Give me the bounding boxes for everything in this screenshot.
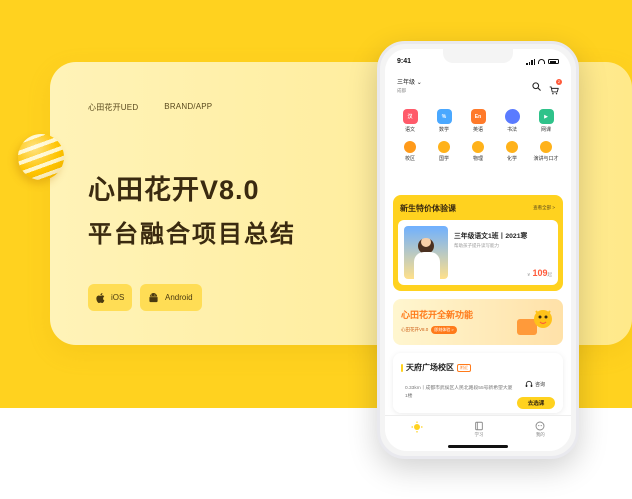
chevron-down-icon: ⌄ — [416, 80, 422, 86]
online-class-icon: ▶ — [538, 109, 554, 124]
home-sun-icon — [411, 421, 423, 433]
speech-icon — [540, 141, 552, 153]
tab-profile[interactable]: 我的 — [535, 421, 545, 451]
subject-item-english[interactable]: En 英语 — [461, 109, 495, 133]
wifi-icon — [538, 59, 545, 64]
promo-subtitle: 心田花开V8.0 即刻体验 > — [401, 326, 457, 334]
home-indicator — [448, 445, 508, 448]
sinology-icon — [438, 141, 450, 153]
subject-grid: 汉 语文 % 数学 En 英语 书法 ▶ 网课 校区 国学 物理 化学 演讲与口… — [393, 109, 563, 162]
campus-title: 天府广场校区 附近 — [401, 362, 471, 373]
brand-row: 心田花开UED BRAND/APP — [88, 102, 212, 113]
subject-label: 网课 — [540, 127, 551, 133]
subject-label: 数学 — [438, 127, 449, 133]
subject-item-speech[interactable]: 演讲与口才 — [529, 141, 563, 162]
select-course-button[interactable]: 去选课 — [517, 397, 555, 409]
ios-label: iOS — [111, 293, 125, 302]
subject-label: 物理 — [472, 156, 483, 162]
subject-item-physics[interactable]: 物理 — [461, 141, 495, 162]
ios-platform-button[interactable]: iOS — [88, 284, 132, 311]
promo-pill-button[interactable]: 即刻体验 > — [431, 326, 457, 334]
mascot-icon — [517, 310, 552, 335]
subject-item-calligraphy[interactable]: 书法 — [495, 109, 529, 133]
english-icon: En — [470, 109, 486, 124]
grade-selector[interactable]: 三年级 ⌄ 成都 — [397, 80, 422, 94]
new-course-section: 新生特价体验课 查看全部 > 三年级语文1班丨2021寒 帮助孩子提升读写能力 … — [393, 195, 563, 291]
chinese-icon: 汉 — [402, 109, 418, 124]
status-bar: 9:41 — [397, 58, 559, 65]
top-icons: 2 — [532, 79, 562, 100]
subject-label: 校区 — [404, 156, 415, 162]
status-icons — [526, 58, 559, 65]
course-card[interactable]: 三年级语文1班丨2021寒 帮助孩子提升读写能力 ¥ 109起 — [398, 220, 558, 285]
page-subtitle: 平台融合项目总结 — [88, 221, 296, 248]
course-thumbnail — [404, 226, 448, 279]
tab-home[interactable] — [411, 421, 423, 451]
new-course-heading: 新生特价体验课 — [400, 204, 456, 213]
subject-label: 国学 — [438, 156, 449, 162]
cart-icon — [549, 86, 559, 95]
status-time: 9:41 — [397, 58, 412, 65]
search-icon[interactable] — [532, 82, 541, 91]
page-title: 心田花开V8.0 — [88, 175, 260, 205]
city-label: 成都 — [397, 88, 406, 93]
study-book-icon — [475, 421, 483, 431]
category-label: BRAND/APP — [164, 102, 213, 111]
math-icon: % — [436, 109, 452, 124]
phone-mockup: 9:41 三年级 ⌄ 成都 2 汉 语文 % 数学 En 英语 书法 ▶ 网课 … — [377, 41, 579, 459]
android-label: Android — [165, 293, 193, 302]
brand-label: 心田花开UED — [88, 103, 139, 112]
course-title: 三年级语文1班丨2021寒 — [454, 233, 528, 240]
promo-banner[interactable]: 心田花开全新功能 心田花开V8.0 即刻体验 > — [393, 299, 563, 345]
subject-item-sinology[interactable]: 国学 — [427, 141, 461, 162]
calligraphy-icon — [504, 109, 520, 124]
consult-button[interactable]: 咨询 — [525, 380, 545, 388]
subject-item-chemistry[interactable]: 化学 — [495, 141, 529, 162]
subject-label: 演讲与口才 — [533, 156, 559, 162]
campus-address: 0.33km丨成都市武侯区人民北路段55号新希望大厦1楼 — [405, 386, 513, 399]
subject-label: 英语 — [472, 127, 483, 133]
view-all-link[interactable]: 查看全部 > — [533, 205, 555, 211]
phone-screen: 9:41 三年级 ⌄ 成都 2 汉 语文 % 数学 En 英语 书法 ▶ 网课 … — [385, 49, 571, 451]
course-price: ¥ 109起 — [527, 268, 552, 278]
signal-icon — [526, 58, 535, 65]
grade-label: 三年级 — [397, 80, 416, 86]
subject-label: 书法 — [506, 127, 517, 133]
chemistry-icon — [506, 141, 518, 153]
cart-badge: 2 — [556, 79, 562, 85]
headset-icon — [525, 381, 533, 387]
battery-icon — [548, 59, 559, 64]
android-platform-button[interactable]: Android — [140, 284, 202, 311]
subject-item-online[interactable]: ▶ 网课 — [529, 109, 563, 133]
cart-button[interactable]: 2 — [549, 79, 562, 100]
campus-name: 天府广场校区 — [406, 363, 454, 372]
decorative-ball-icon — [18, 134, 64, 180]
course-description: 帮助孩子提升读写能力 — [454, 243, 499, 248]
campus-card: 天府广场校区 附近 0.33km丨成都市武侯区人民北路段55号新希望大厦1楼 咨… — [393, 353, 563, 413]
campus-tag: 附近 — [457, 363, 471, 372]
subject-label: 语文 — [404, 127, 415, 133]
campus-icon — [404, 141, 416, 153]
physics-icon — [472, 141, 484, 153]
subject-label: 化学 — [506, 156, 517, 162]
subject-item-chinese[interactable]: 汉 语文 — [393, 109, 427, 133]
subject-item-campus[interactable]: 校区 — [393, 141, 427, 162]
profile-icon — [535, 421, 545, 431]
apple-icon — [96, 292, 105, 303]
android-icon — [149, 292, 158, 302]
subject-item-math[interactable]: % 数学 — [427, 109, 461, 133]
promo-title: 心田花开全新功能 — [401, 310, 474, 320]
